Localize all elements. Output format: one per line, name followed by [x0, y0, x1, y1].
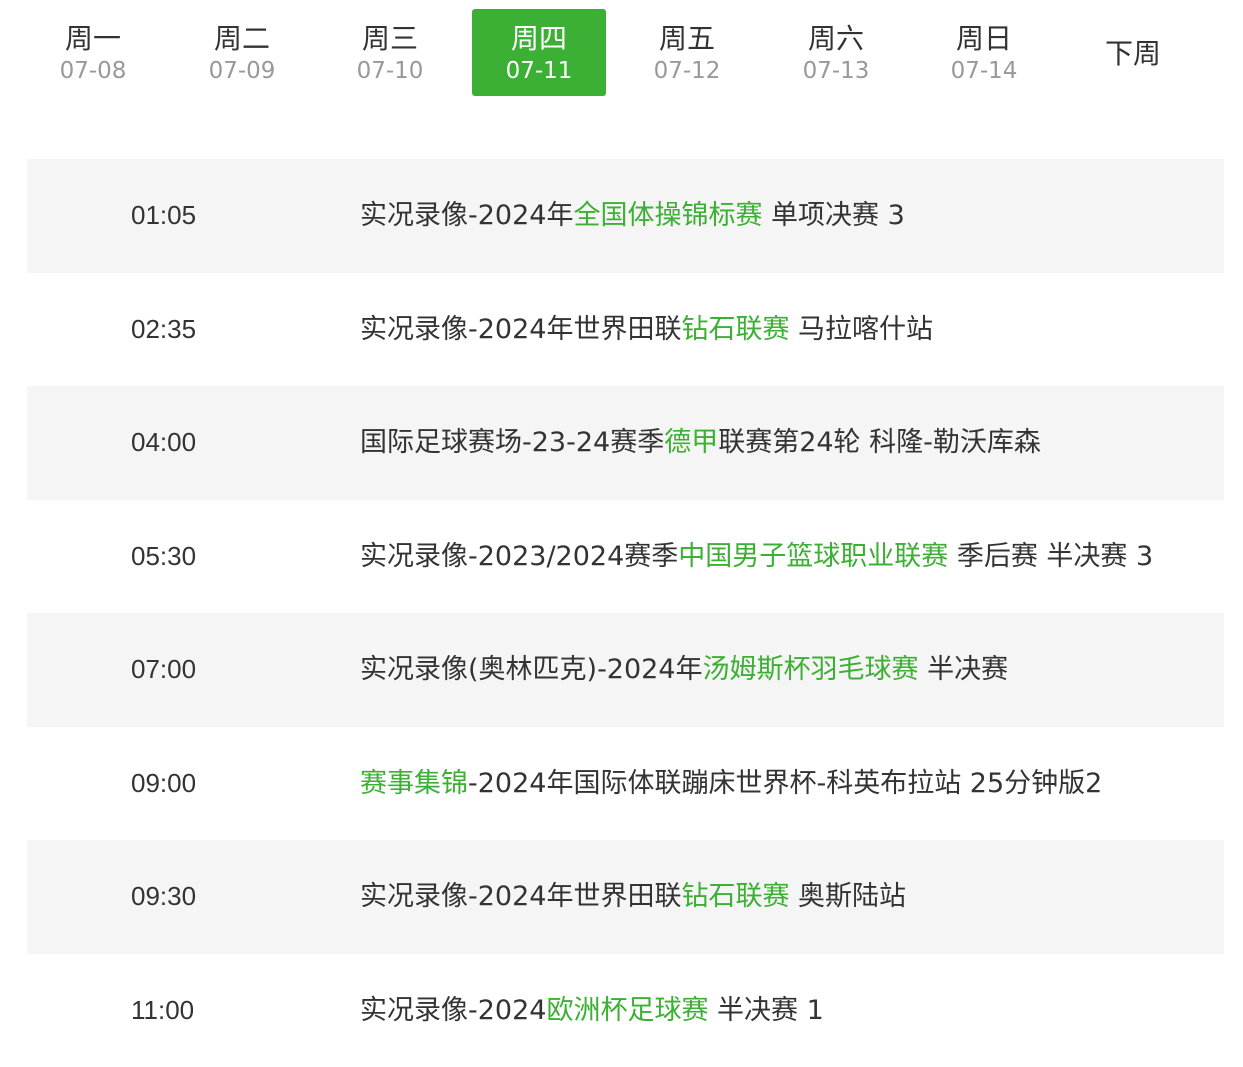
program-title-suffix: 马拉喀什站	[789, 314, 933, 345]
program-time: 02:35	[131, 273, 196, 386]
day-tab-wed[interactable]: 周三 07-10	[323, 9, 457, 96]
schedule-row: 05:30 实况录像-2023/2024赛季中国男子篮球职业联赛 季后赛 半决赛…	[27, 500, 1224, 614]
day-tab-date: 07-13	[769, 57, 903, 85]
day-tab-sat[interactable]: 周六 07-13	[769, 9, 903, 96]
program-title-link[interactable]: 实况录像-2024年世界田联钻石联赛 奥斯陆站	[360, 840, 906, 953]
day-tab-date: 07-14	[917, 57, 1051, 85]
day-tab-weekday: 周六	[769, 23, 903, 55]
program-title-link[interactable]: 实况录像-2023/2024赛季中国男子篮球职业联赛 季后赛 半决赛 3	[360, 500, 1153, 613]
day-tab-date: 07-11	[472, 57, 606, 85]
program-title-highlight: 欧洲杯足球赛	[546, 995, 708, 1026]
day-tab-fri[interactable]: 周五 07-12	[620, 9, 754, 96]
day-tab-date: 07-10	[323, 57, 457, 85]
day-tab-weekday: 周四	[472, 23, 606, 55]
day-tab-tue[interactable]: 周二 07-09	[175, 9, 309, 96]
day-tab-mon[interactable]: 周一 07-08	[26, 9, 160, 96]
program-title-prefix: 实况录像-2023/2024赛季	[360, 541, 678, 572]
program-title-prefix: 实况录像-2024年世界田联	[360, 881, 681, 912]
day-tab-date: 07-08	[26, 57, 160, 85]
program-title-prefix: 实况录像(奥林匹克)-2024年	[360, 654, 703, 685]
day-tab-weekday: 周日	[917, 23, 1051, 55]
program-title-link[interactable]: 实况录像-2024欧洲杯足球赛 半决赛 1	[360, 954, 824, 1067]
schedule-row: 07:00 实况录像(奥林匹克)-2024年汤姆斯杯羽毛球赛 半决赛	[27, 613, 1224, 727]
program-title-link[interactable]: 赛事集锦-2024年国际体联蹦床世界杯-科英布拉站 25分钟版2	[360, 727, 1102, 840]
program-title-highlight: 德甲	[664, 427, 718, 458]
schedule-list: 01:05 实况录像-2024年全国体操锦标赛 单项决赛 3 02:35 实况录…	[27, 159, 1224, 1067]
schedule-row: 02:35 实况录像-2024年世界田联钻石联赛 马拉喀什站	[27, 273, 1224, 387]
next-week-button[interactable]: 下周	[1066, 9, 1200, 96]
program-title-link[interactable]: 实况录像-2024年世界田联钻石联赛 马拉喀什站	[360, 273, 933, 386]
program-title-suffix: -2024年国际体联蹦床世界杯-科英布拉站 25分钟版2	[468, 768, 1102, 799]
program-title-suffix: 季后赛 半决赛 3	[948, 541, 1153, 572]
program-title-link[interactable]: 国际足球赛场-23-24赛季德甲联赛第24轮 科隆-勒沃库森	[360, 386, 1041, 499]
program-time: 07:00	[131, 613, 196, 726]
program-title-prefix: 实况录像-2024年	[360, 200, 573, 231]
schedule-row: 04:00 国际足球赛场-23-24赛季德甲联赛第24轮 科隆-勒沃库森	[27, 386, 1224, 500]
program-title-suffix: 奥斯陆站	[789, 881, 906, 912]
day-tab-thu[interactable]: 周四 07-11	[472, 9, 606, 96]
program-title-link[interactable]: 实况录像(奥林匹克)-2024年汤姆斯杯羽毛球赛 半决赛	[360, 613, 1008, 726]
schedule-row: 01:05 实况录像-2024年全国体操锦标赛 单项决赛 3	[27, 159, 1224, 273]
day-tab-date: 07-09	[175, 57, 309, 85]
program-time: 09:30	[131, 840, 196, 953]
day-tab-date: 07-12	[620, 57, 754, 85]
program-time: 04:00	[131, 386, 196, 499]
program-title-prefix: 实况录像-2024	[360, 995, 546, 1026]
program-time: 01:05	[131, 159, 196, 272]
program-title-prefix: 国际足球赛场-23-24赛季	[360, 427, 664, 458]
day-tab-weekday: 周一	[26, 23, 160, 55]
program-time: 09:00	[131, 727, 196, 840]
program-title-highlight: 钻石联赛	[681, 881, 789, 912]
program-title-highlight: 中国男子篮球职业联赛	[678, 541, 948, 572]
program-title-suffix: 半决赛 1	[708, 995, 823, 1026]
day-tab-weekday: 周五	[620, 23, 754, 55]
program-title-highlight: 全国体操锦标赛	[573, 200, 762, 231]
program-title-suffix: 单项决赛 3	[762, 200, 904, 231]
program-title-highlight: 汤姆斯杯羽毛球赛	[703, 654, 919, 685]
program-title-highlight: 赛事集锦	[360, 768, 468, 799]
program-title-link[interactable]: 实况录像-2024年全国体操锦标赛 单项决赛 3	[360, 159, 905, 272]
program-title-suffix: 半决赛	[919, 654, 1009, 685]
program-title-prefix: 实况录像-2024年世界田联	[360, 314, 681, 345]
day-tab-weekday: 周三	[323, 23, 457, 55]
day-tab-bar: 周一 07-08 周二 07-09 周三 07-10 周四 07-11 周五 0…	[0, 0, 1243, 110]
day-tab-weekday: 周二	[175, 23, 309, 55]
schedule-row: 11:00 实况录像-2024欧洲杯足球赛 半决赛 1	[27, 954, 1224, 1067]
day-tab-sun[interactable]: 周日 07-14	[917, 9, 1051, 96]
program-time: 11:00	[131, 954, 194, 1067]
schedule-row: 09:00 赛事集锦-2024年国际体联蹦床世界杯-科英布拉站 25分钟版2	[27, 727, 1224, 841]
program-time: 05:30	[131, 500, 196, 613]
program-title-suffix: 联赛第24轮 科隆-勒沃库森	[718, 427, 1041, 458]
schedule-row: 09:30 实况录像-2024年世界田联钻石联赛 奥斯陆站	[27, 840, 1224, 954]
program-title-highlight: 钻石联赛	[681, 314, 789, 345]
